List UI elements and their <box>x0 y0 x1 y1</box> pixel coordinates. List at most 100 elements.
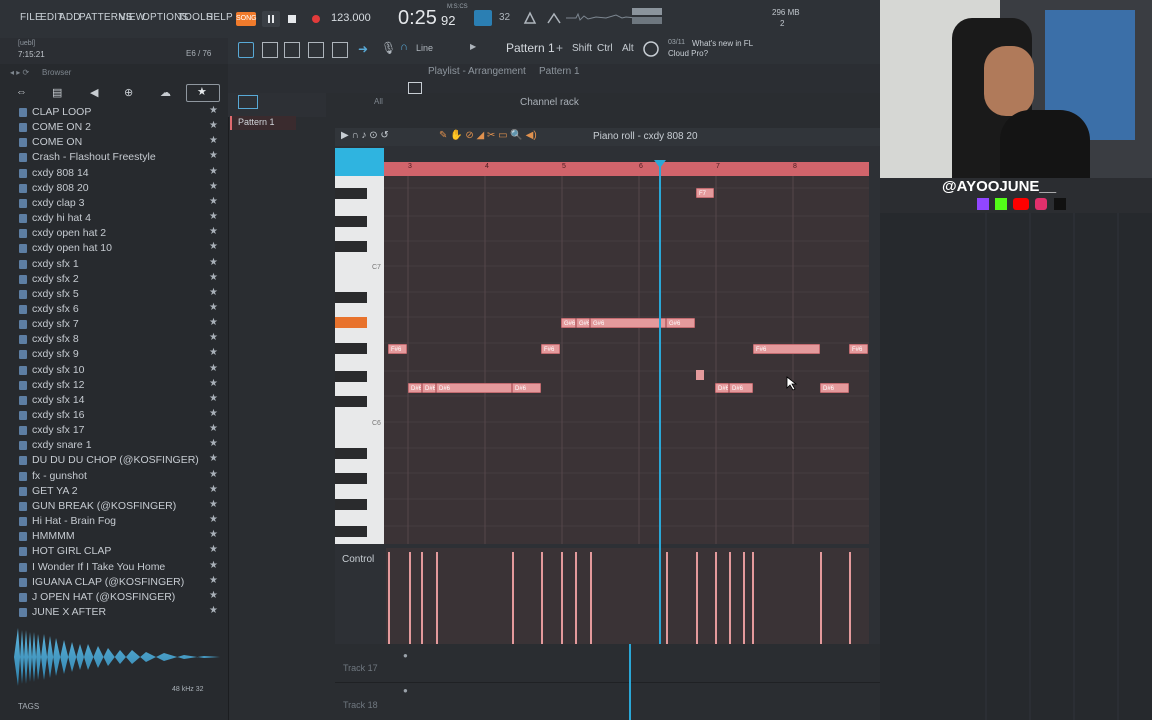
note-fs6-2[interactable]: F#6 <box>541 344 560 354</box>
cloud-icon[interactable]: ☁ <box>160 86 171 99</box>
velocity-bar[interactable] <box>561 552 563 644</box>
browser-item[interactable]: cxdy sfx 2 ★ <box>0 272 224 287</box>
velocity-bar[interactable] <box>666 552 668 644</box>
control-label[interactable]: Control <box>342 554 374 565</box>
collapse-icon[interactable]: ⇔ <box>16 86 27 98</box>
note-ds6-7[interactable]: D#6 <box>820 383 849 393</box>
favorite-star-icon[interactable]: ★ <box>209 469 218 480</box>
highlighted-key[interactable] <box>335 317 367 328</box>
file-icon[interactable]: ▤ <box>52 86 62 99</box>
note-fs6-1[interactable]: F#6 <box>388 344 407 354</box>
pause-button[interactable] <box>262 11 280 27</box>
note-gs6-1[interactable]: G#6 <box>561 318 576 328</box>
black-key[interactable] <box>335 343 367 354</box>
browser-item[interactable]: cxdy clap 3 ★ <box>0 196 224 211</box>
black-key[interactable] <box>335 188 367 199</box>
black-key[interactable] <box>335 216 367 227</box>
browser-item[interactable]: I Wonder If I Take You Home ★ <box>0 560 224 575</box>
favorite-star-icon[interactable]: ★ <box>209 241 218 252</box>
favorite-star-icon[interactable]: ★ <box>209 317 218 328</box>
browser-item[interactable]: cxdy open hat 10 ★ <box>0 241 224 256</box>
note-f7[interactable]: F7 <box>696 188 714 198</box>
pattern-clip-tag[interactable]: Pattern 1 <box>230 116 296 130</box>
black-key[interactable] <box>335 499 367 510</box>
waveform-preview[interactable] <box>14 624 220 690</box>
track-18-mute-icon[interactable]: ● <box>403 686 408 695</box>
favorite-star-icon[interactable]: ★ <box>209 484 218 495</box>
favorite-star-icon[interactable]: ★ <box>209 499 218 510</box>
alt-key[interactable]: Alt <box>622 43 634 54</box>
browser-item[interactable]: GUN BREAK (@KOSFINGER) ★ <box>0 499 224 514</box>
browser-item[interactable]: cxdy sfx 9 ★ <box>0 347 224 362</box>
browser-item[interactable]: IGUANA CLAP (@KOSFINGER) ★ <box>0 575 224 590</box>
favorite-star-icon[interactable]: ★ <box>209 438 218 449</box>
favorite-star-icon[interactable]: ★ <box>209 332 218 343</box>
blend-icon[interactable]: 32 <box>499 12 510 23</box>
browser-item[interactable]: Crash - Flashout Freestyle ★ <box>0 150 224 165</box>
browser-item[interactable]: Hi Hat - Brain Fog ★ <box>0 514 224 529</box>
picker-panel-icon[interactable] <box>238 95 258 109</box>
browser-item[interactable]: cxdy sfx 17 ★ <box>0 423 224 438</box>
browser-item[interactable]: cxdy sfx 1 ★ <box>0 257 224 272</box>
stop-button[interactable] <box>283 11 301 27</box>
playhead-marker-icon[interactable] <box>654 160 666 170</box>
browser-item[interactable]: cxdy sfx 8 ★ <box>0 332 224 347</box>
note-ds6-2[interactable]: D#6 <box>422 383 436 393</box>
velocity-bar[interactable] <box>696 552 698 644</box>
note-ds6-5[interactable]: D#6 <box>715 383 729 393</box>
arrow-right-icon[interactable]: ➜ <box>358 42 368 56</box>
plugin-icon[interactable]: ⊕ <box>124 86 133 99</box>
velocity-bar[interactable] <box>512 552 514 644</box>
browser-item[interactable]: cxdy sfx 12 ★ <box>0 378 224 393</box>
favorite-star-icon[interactable]: ★ <box>209 226 218 237</box>
song-mode-button[interactable]: SONG <box>236 12 257 26</box>
velocity-bar[interactable] <box>849 552 851 644</box>
note-gs6-4[interactable]: G#6 <box>666 318 695 328</box>
browser-item[interactable]: J OPEN HAT (@KOSFINGER) ★ <box>0 590 224 605</box>
black-key[interactable] <box>335 473 367 484</box>
favorite-star-icon[interactable]: ★ <box>209 135 218 146</box>
tempo-display[interactable]: 123.000 <box>331 12 371 24</box>
track-17-row[interactable]: Track 17 ● <box>335 644 880 683</box>
track-17-mute-icon[interactable]: ● <box>403 651 408 660</box>
black-key[interactable] <box>335 448 367 459</box>
browser-item[interactable]: COME ON ★ <box>0 135 224 150</box>
pattern-selector[interactable]: Pattern 1 <box>506 41 555 55</box>
piano-roll-icon[interactable] <box>284 42 300 58</box>
shift-key[interactable]: Shift <box>572 43 592 54</box>
note-fs6-4[interactable]: F#6 <box>849 344 868 354</box>
browser-item[interactable]: CLAP LOOP ★ <box>0 105 224 120</box>
favorite-star-icon[interactable]: ★ <box>209 150 218 161</box>
favorite-star-icon[interactable]: ★ <box>209 166 218 177</box>
favorite-star-icon[interactable]: ★ <box>209 120 218 131</box>
favorite-star-icon[interactable]: ★ <box>209 347 218 358</box>
browser-item[interactable]: cxdy 808 20 ★ <box>0 181 224 196</box>
favorite-star-icon[interactable]: ★ <box>209 363 218 374</box>
favorite-star-icon[interactable]: ★ <box>209 105 218 116</box>
velocity-bar[interactable] <box>421 552 423 644</box>
mic-icon[interactable]: 🎙 <box>381 41 396 55</box>
favorite-star-icon[interactable]: ★ <box>209 272 218 283</box>
black-key[interactable] <box>335 526 367 537</box>
play-pattern-icon[interactable]: ▶ <box>470 42 476 51</box>
speaker-icon[interactable]: ◀ <box>90 86 98 99</box>
add-pattern-icon[interactable]: + <box>556 41 563 55</box>
velocity-bar[interactable] <box>820 552 822 644</box>
countdown-icon[interactable] <box>546 11 562 25</box>
favorite-star-icon[interactable]: ★ <box>209 560 218 571</box>
menu-add[interactable]: ADD <box>59 12 81 23</box>
magnet-icon[interactable]: ∩ <box>400 41 408 53</box>
favorite-star-icon[interactable]: ★ <box>209 378 218 389</box>
favorite-star-icon[interactable]: ★ <box>209 514 218 525</box>
velocity-bar[interactable] <box>729 552 731 644</box>
favorite-star-icon[interactable]: ★ <box>209 529 218 540</box>
browser-item[interactable]: cxdy sfx 14 ★ <box>0 393 224 408</box>
favorite-star-icon[interactable]: ★ <box>209 590 218 601</box>
velocity-bar[interactable] <box>715 552 717 644</box>
black-key[interactable] <box>335 396 367 407</box>
velocity-bar[interactable] <box>409 552 411 644</box>
browser-item[interactable]: cxdy sfx 10 ★ <box>0 363 224 378</box>
browser-item[interactable]: GET YA 2 ★ <box>0 484 224 499</box>
piano-roll-ruler[interactable]: 3 4 5 6 7 8 <box>384 162 869 176</box>
menu-help[interactable]: HELP <box>206 12 233 23</box>
